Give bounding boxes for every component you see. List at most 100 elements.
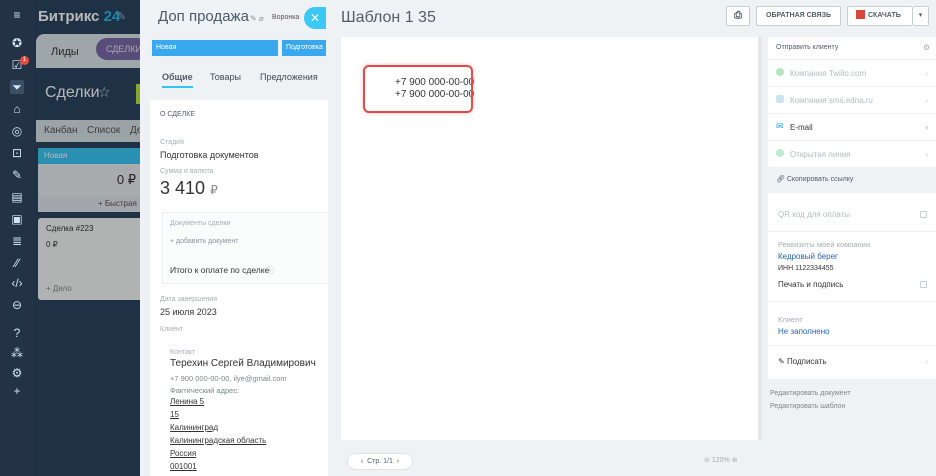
chevron-right-icon: › [925,69,928,78]
zoom-in-icon[interactable]: ⊕ [732,457,738,464]
more-icon[interactable]: ⊖ [10,298,24,312]
whatsapp-icon [776,68,784,76]
channel-open-line[interactable]: Открытая линия › [768,140,936,166]
zoom-out-icon[interactable]: ⊖ [704,457,710,464]
section-title: О СДЕЛКЕ [160,111,196,118]
channel-edna-label: Компания sms.edna.ru [790,96,873,105]
address-house[interactable]: 15 [170,410,179,419]
chevron-right-icon: › [925,357,928,366]
qr-checkbox[interactable] [920,211,927,218]
address-street[interactable]: Ленина 5 [170,397,204,406]
menu-icon[interactable]: ≡ [10,8,24,22]
zoom-control: ⊖ 120% ⊕ [704,456,738,464]
channel-email[interactable]: ✉ E-mail › [768,113,936,139]
document-settings-card: QR код для оплаты Реквизиты моей компани… [768,193,936,379]
contact-info: +7 900 000-00-00, ilye@gmail.com [170,374,287,383]
sign-icon[interactable]: ✎ [10,168,24,182]
print-sign-label: Печать и подпись [778,280,844,289]
contacts-icon[interactable]: ▤ [10,190,24,204]
print-button[interactable]: ⎙ [726,6,750,26]
stage-new[interactable]: Новая [152,40,278,56]
chevron-right-icon: › [925,150,928,159]
company-icon[interactable]: ⌂ [10,102,24,116]
tab-offers[interactable]: Предложения [260,72,318,82]
info-icon[interactable]: ⓘ [266,265,274,276]
zoom-level: 120% [711,457,730,464]
copy-link-button[interactable]: 🔗︎ Скопировать ссылку [776,175,853,183]
add-document-link[interactable]: + добавить документ [170,238,239,245]
close-date-label: Дата завершения [160,296,218,303]
marketing-icon[interactable]: ◎ [10,124,24,138]
stage-value[interactable]: Подготовка документов [160,150,259,160]
left-rail: ≡ ✪ ☑ 1 ⏷ ⌂ ◎ ⊡ ✎ ▤ ▣ ≣ ∕∕ ‹/› ⊖ ? ⁂ ⚙ + [0,0,34,476]
structure-icon[interactable]: ⁂ [10,346,24,360]
edit-template-link[interactable]: Редактировать шаблон [770,403,845,410]
crm-icon[interactable]: ⏷ [10,80,24,94]
address-country[interactable]: Россия [170,449,196,458]
envelope-icon: ✉ [776,121,784,131]
add-icon[interactable]: + [10,384,24,398]
client-value-link[interactable]: Не заполнено [778,327,830,336]
code-icon[interactable]: ‹/› [10,276,24,290]
feedback-button[interactable]: ОБРАТНАЯ СВЯЗЬ [756,6,841,26]
contact-name[interactable]: Терехин Сергей Владимирович [170,358,316,369]
gear-icon[interactable]: ⚙ [923,43,930,52]
channel-open-line-label: Открытая линия [790,150,851,159]
address-label: Фактический адрес: [170,386,240,395]
next-page-icon[interactable]: › [397,458,399,465]
chevron-right-icon: › [925,123,928,132]
channel-twilio[interactable]: Компания Twilio.com › [768,59,936,85]
template-slider: Шаблон 1 35 ⎙ ОБРАТНАЯ СВЯЗЬ СКАЧАТЬ ▾ +… [328,0,936,476]
settings-icon[interactable]: ⚙ [10,366,24,380]
send-to-client-card: Отправить клиенту ⚙ Компания Twilio.com … [768,37,936,167]
inn-value: ИНН 1122334455 [778,265,834,272]
close-icon: ✕ [309,11,321,25]
copy-link-label: Скопировать ссылку [786,176,854,183]
prev-page-icon[interactable]: ‹ [361,458,363,465]
channel-twilio-label: Компания Twilio.com [790,69,867,78]
feed-icon[interactable]: ✪ [10,36,24,50]
client-label: Клиент [160,326,184,333]
amount-value: 3 410 ₽ [160,178,218,199]
amount-label: Сумма и валюта [160,168,214,175]
chat-icon [776,149,784,157]
deal-title: Доп продажа [158,8,249,25]
pen-icon: ✎ [778,357,785,366]
amount-number: 3 410 [160,178,206,198]
tab-products[interactable]: Товары [210,72,241,82]
automation-icon[interactable]: ∕∕ [10,256,24,270]
database-icon[interactable]: ≣ [10,234,24,248]
edit-title-icon[interactable]: ✎ ⌀ [250,14,264,23]
channel-edna[interactable]: Компания sms.edna.ru › [768,86,936,112]
tab-general[interactable]: Общие [162,72,193,88]
sign-label: Подписать [786,357,827,366]
print-sign-checkbox[interactable] [920,281,927,288]
close-slider-button[interactable]: ✕ [304,7,326,29]
highlight-frame [363,65,473,113]
address-region[interactable]: Калининградская область [170,436,266,445]
inventory-icon[interactable]: ▣ [10,212,24,226]
preview-scrollbar[interactable] [758,37,762,440]
company-label: Реквизиты моей компании [778,240,871,249]
shop-icon[interactable]: ⊡ [10,146,24,160]
edit-document-link[interactable]: Редактировать документ [770,390,851,397]
address-zip[interactable]: 001001 [170,462,197,471]
download-menu-button[interactable]: ▾ [913,6,929,26]
sms-icon [776,95,784,103]
qr-label: QR код для оплаты [778,210,851,219]
page-navigator[interactable]: ‹ Стр. 1/1 › [347,453,413,470]
send-label: Отправить клиенту [776,44,839,51]
total-label: Итого к оплате по сделке [170,265,270,275]
download-button[interactable]: СКАЧАТЬ [847,6,913,26]
pdf-icon [856,10,865,19]
printer-icon: ⎙ [734,10,742,21]
sign-button[interactable]: ✎ Подписать [778,357,827,366]
divider [768,301,936,302]
download-label: СКАЧАТЬ [868,12,901,19]
deal-funnel[interactable]: Воронка [272,14,299,21]
help-icon[interactable]: ? [10,326,24,340]
close-date-value[interactable]: 25 июля 2023 [160,307,217,317]
address-city[interactable]: Калининград [170,423,218,432]
stage-preparation[interactable]: Подготовка [282,40,326,56]
company-name-link[interactable]: Кедровый берег [778,252,838,261]
